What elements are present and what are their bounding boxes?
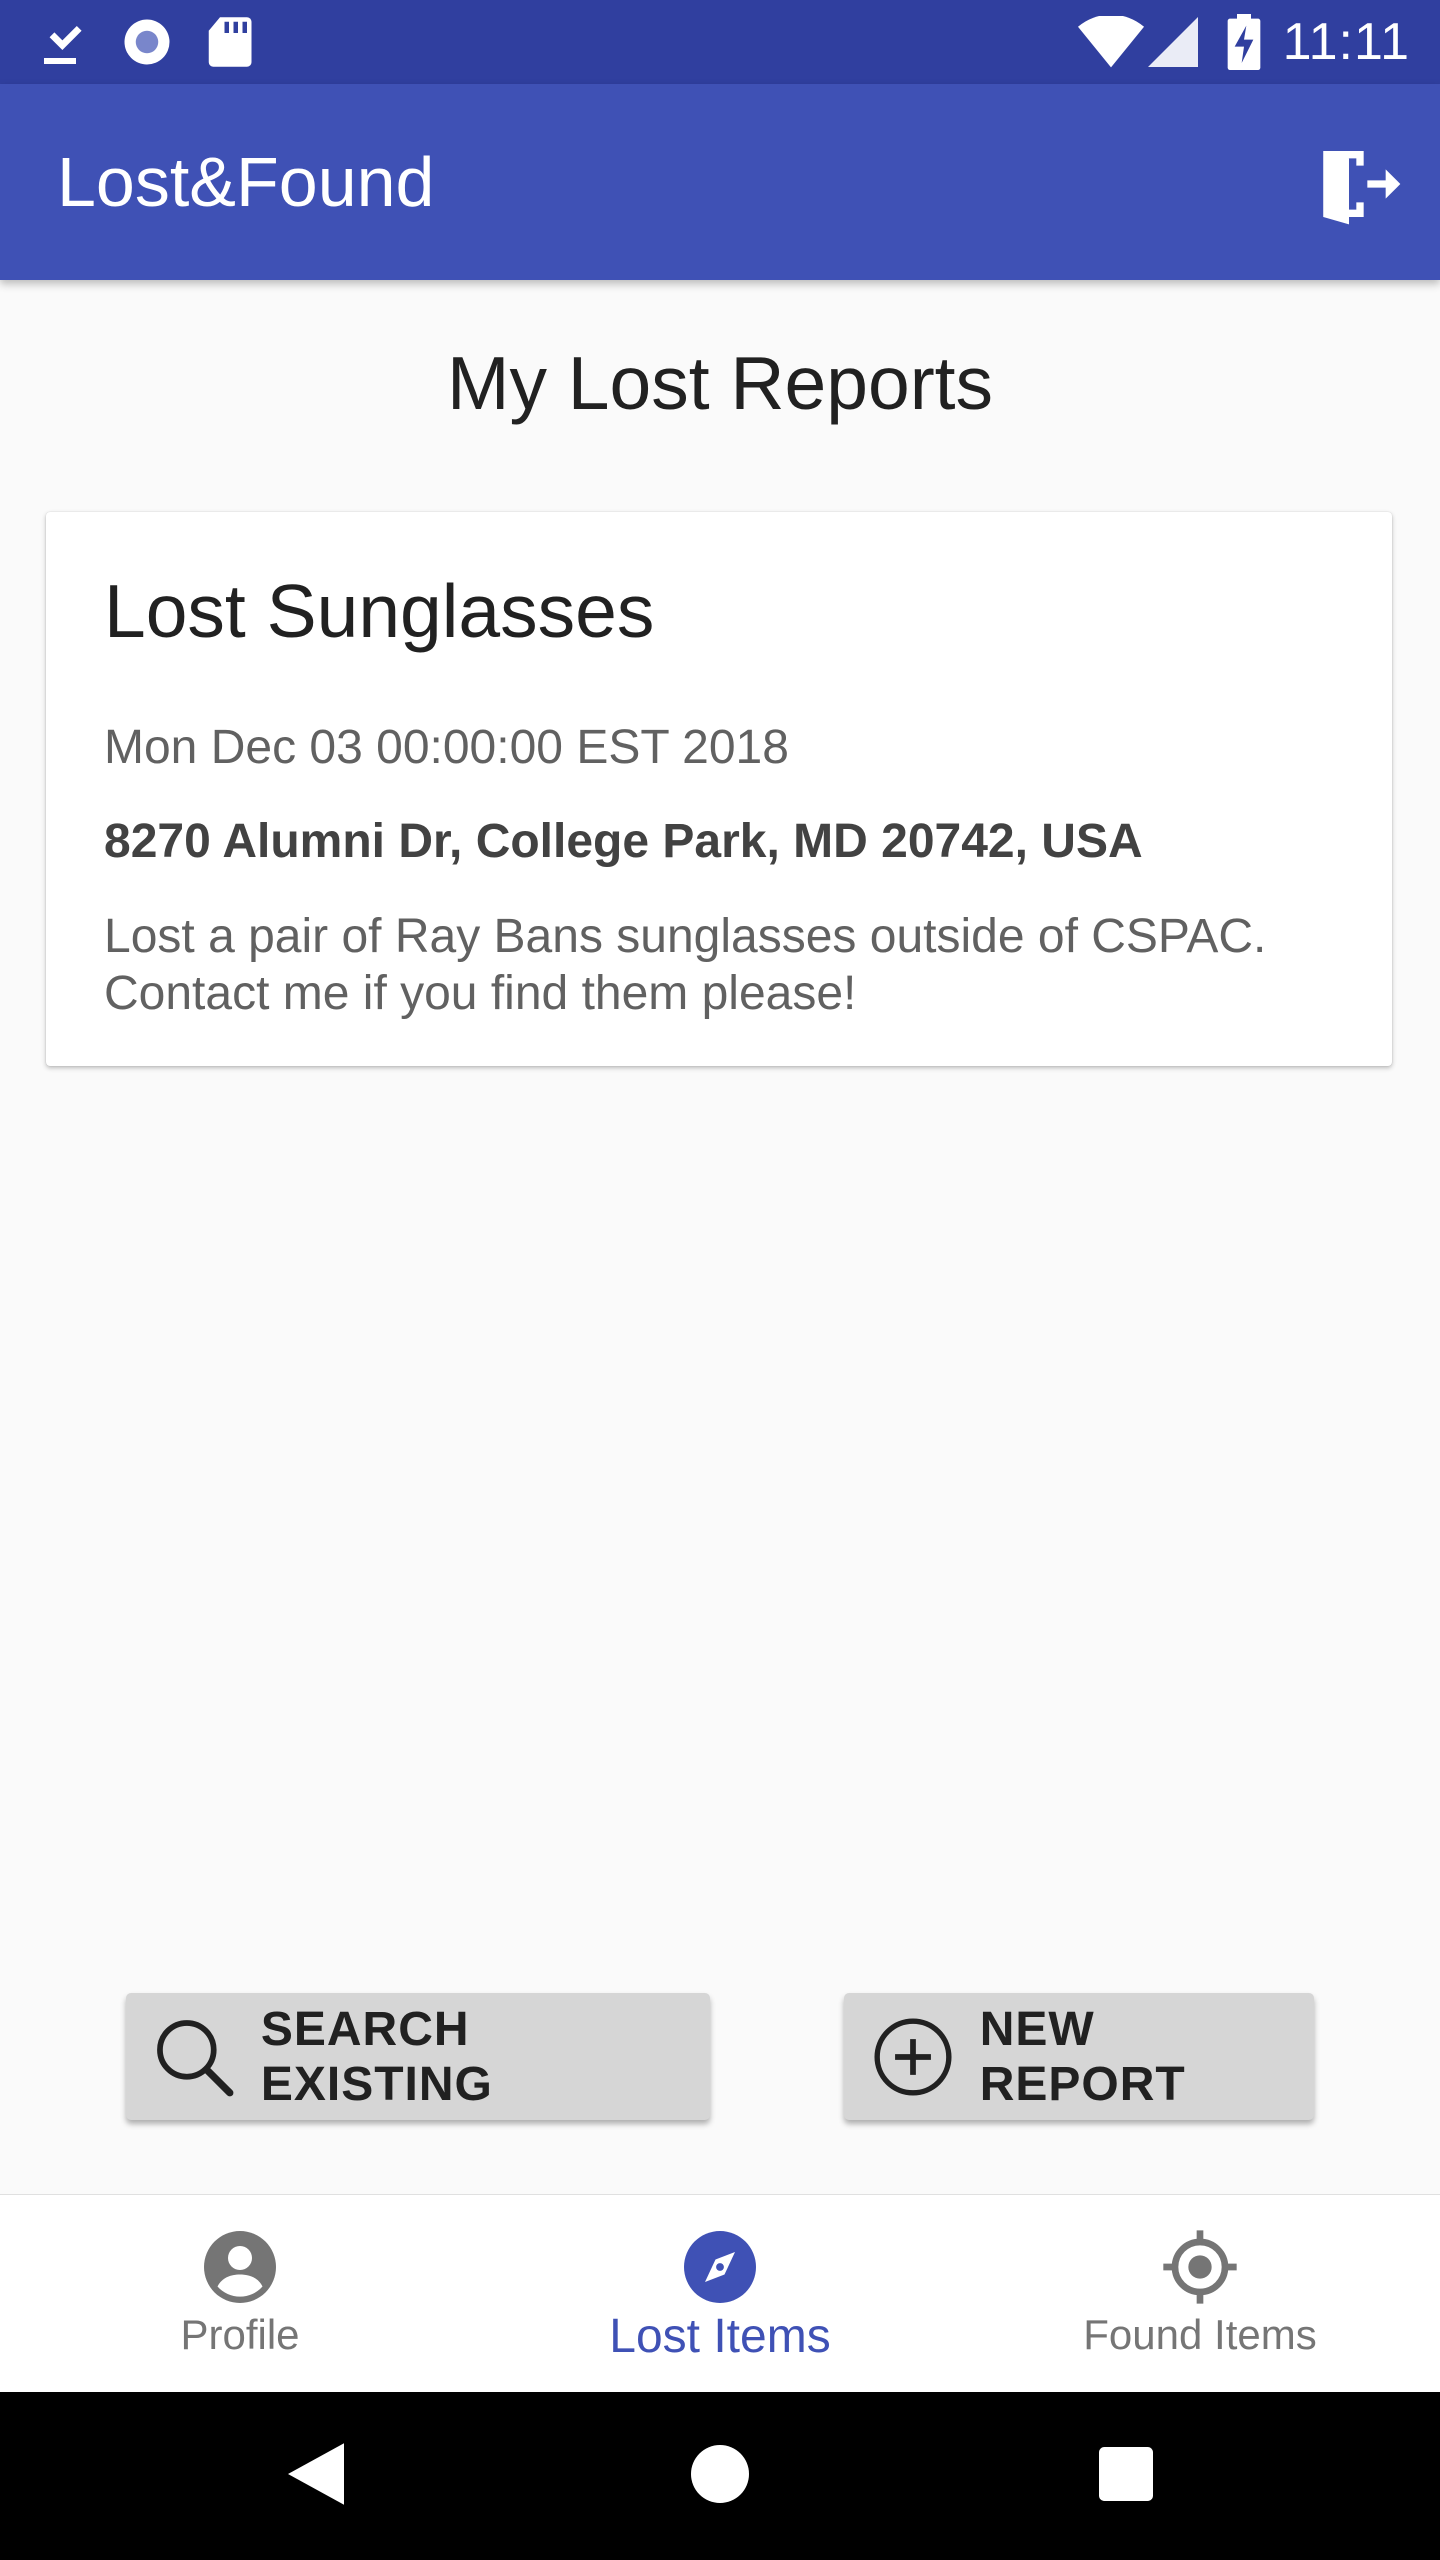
search-existing-label: SEARCH EXISTING (260, 2002, 493, 2111)
new-report-button[interactable]: NEW REPORT (844, 1993, 1314, 2120)
app-bar: Lost&Found (0, 84, 1440, 280)
report-description: Lost a pair of Ray Bans sunglasses outsi… (104, 910, 1267, 1020)
home-button[interactable] (650, 2392, 790, 2560)
nav-item-lost-items[interactable]: Lost Items (480, 2195, 960, 2393)
search-icon (150, 2012, 239, 2102)
report-date: Mon Dec 03 00:00:00 EST 2018 (104, 721, 789, 774)
battery-charging-icon (1226, 0, 1262, 84)
back-icon (288, 2442, 344, 2510)
back-button[interactable] (246, 2392, 386, 2560)
nav-label-lost-items: Lost Items (609, 2310, 831, 2363)
compass-icon (684, 2229, 756, 2305)
wifi-icon (1078, 0, 1144, 84)
logout-icon (1316, 140, 1404, 233)
report-title: Lost Sunglasses (104, 569, 655, 653)
app-title: Lost&Found (57, 143, 435, 221)
nav-item-profile[interactable]: Profile (0, 2195, 480, 2393)
nav-label-profile: Profile (180, 2311, 300, 2358)
report-address: 8270 Alumni Dr, College Park, MD 20742, … (104, 815, 1143, 868)
report-card[interactable]: Lost Sunglasses Mon Dec 03 00:00:00 EST … (46, 512, 1392, 1066)
logout-button[interactable] (1310, 136, 1410, 236)
nav-item-found-items[interactable]: Found Items (960, 2195, 1440, 2393)
add-circle-icon (868, 2012, 958, 2102)
recents-icon (1099, 2446, 1153, 2506)
nav-label-found-items: Found Items (1083, 2311, 1317, 2358)
bottom-navigation: Profile Lost Items Found Items (0, 2194, 1440, 2393)
system-navigation-bar (0, 2392, 1440, 2560)
download-done-icon (40, 0, 88, 84)
status-bar: 11:11 (0, 0, 1440, 84)
gps-target-icon (1160, 2229, 1240, 2305)
recents-button[interactable] (1056, 2392, 1196, 2560)
search-existing-button[interactable]: SEARCH EXISTING (126, 1993, 710, 2120)
signal-icon (1148, 0, 1198, 84)
page-title: My Lost Reports (446, 341, 994, 425)
account-circle-icon (204, 2229, 276, 2305)
new-report-label: NEW REPORT (979, 2002, 1186, 2111)
sd-card-icon (205, 0, 253, 84)
home-icon (691, 2444, 749, 2508)
record-icon (120, 0, 174, 84)
status-clock: 11:11 (1282, 13, 1410, 71)
